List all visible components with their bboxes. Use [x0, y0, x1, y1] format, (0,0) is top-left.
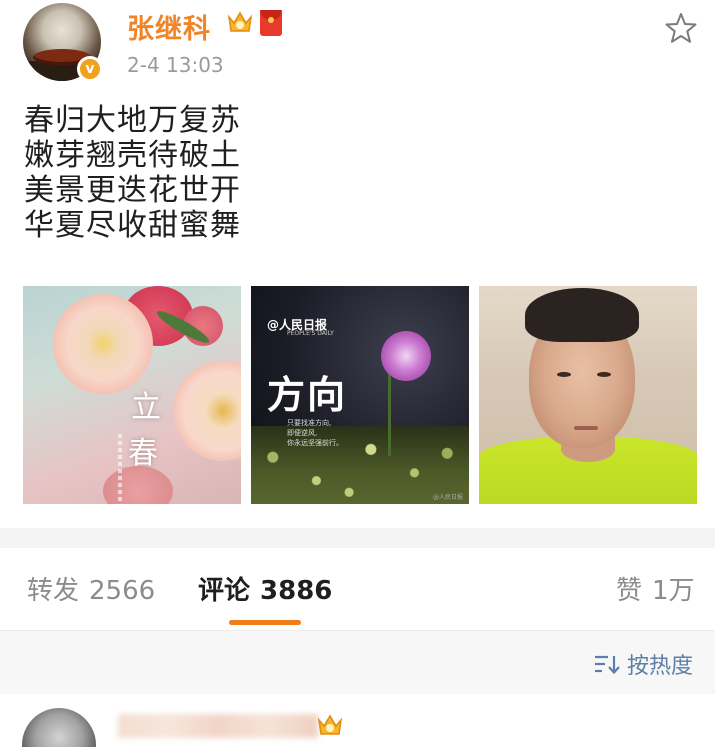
poster-line: 只要找准方向, — [287, 419, 332, 427]
tab-comment[interactable]: 评论 3886 — [198, 570, 332, 607]
commenter-name-blurred[interactable] — [118, 714, 318, 738]
direction-poster-image[interactable]: @人民日报 PEOPLE'S DAILY 方向 只要找准方向, 即便逆风, 你永… — [251, 286, 469, 504]
weibo-post: v 张继科 2-4 13:03 春归大地万复苏 嫩芽翘壳待破土 美景更迭花世开 … — [0, 0, 715, 528]
post-timestamp: 2-4 13:03 — [127, 53, 224, 77]
poster-line: 你永远坚强前行。 — [287, 439, 343, 447]
post-text: 春归大地万复苏 嫩芽翘壳待破土 美景更迭花世开 华夏尽收甜蜜舞 — [24, 103, 241, 243]
image-word: 立 — [131, 390, 161, 425]
poem-line: 春归大地万复苏 — [24, 103, 241, 138]
flower-stem — [388, 366, 391, 456]
tab-like-label: 赞 — [616, 576, 643, 606]
comment-count: 3886 — [260, 576, 333, 606]
sort-by-popularity[interactable]: 按热度 — [627, 648, 693, 680]
like-count: 1万 — [652, 576, 695, 606]
verified-badge-icon: v — [77, 56, 103, 82]
favorite-star-icon[interactable] — [664, 11, 698, 45]
decorative-line — [118, 434, 122, 504]
image-word: 春 — [128, 436, 158, 471]
eye — [597, 372, 611, 377]
tab-repost-label: 转发 — [27, 576, 80, 606]
active-tab-indicator — [229, 620, 301, 625]
vip-crown-icon — [317, 714, 343, 735]
mouth — [574, 426, 598, 430]
poem-line: 华夏尽收甜蜜舞 — [24, 208, 241, 243]
vip-crown-icon[interactable] — [226, 9, 254, 35]
tab-repost[interactable]: 转发 2566 — [27, 570, 155, 607]
poem-line: 美景更迭花世开 — [24, 173, 241, 208]
hair — [525, 288, 639, 342]
tab-comment-label: 评论 — [198, 576, 251, 606]
section-divider — [0, 528, 715, 548]
blossom — [173, 361, 241, 461]
commenter-avatar[interactable] — [22, 708, 96, 747]
poster-line: 即便逆风, — [287, 429, 318, 437]
repost-count: 2566 — [89, 576, 156, 606]
poster-title: 方向 — [267, 372, 348, 417]
sort-icon[interactable] — [594, 654, 620, 674]
spring-blossom-image[interactable]: 立 春 — [23, 286, 241, 504]
sort-bar: 按热度 — [0, 630, 715, 694]
interaction-tabs: 转发 2566 评论 3886 赞 1万 — [0, 548, 715, 630]
tab-like[interactable]: 赞 1万 — [616, 570, 695, 607]
username[interactable]: 张继科 — [127, 7, 211, 46]
eye — [557, 372, 571, 377]
selfie-photo-image[interactable] — [479, 286, 697, 504]
poster-logo-sub: PEOPLE'S DAILY — [287, 330, 334, 337]
poem-line: 嫩芽翘壳待破土 — [24, 138, 241, 173]
blossom — [53, 294, 153, 394]
purple-flower — [381, 331, 431, 381]
comment-item — [0, 694, 715, 747]
poster-watermark: @人民日报 — [433, 494, 464, 501]
red-packet-icon[interactable] — [260, 10, 282, 36]
